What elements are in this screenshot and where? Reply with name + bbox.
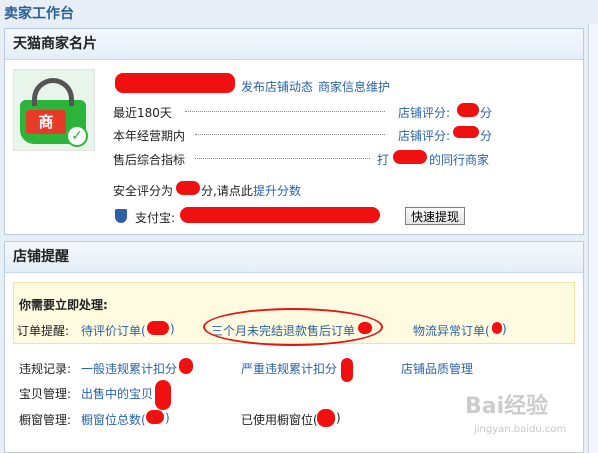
pending-review-orders-close: ) bbox=[170, 322, 175, 336]
used-window-slots-label: 已使用橱窗位( bbox=[241, 413, 318, 427]
general-violation-points-link[interactable]: 一般违规累计扣分 bbox=[81, 360, 177, 377]
shield-icon bbox=[115, 209, 127, 223]
pending-review-orders-link[interactable]: 待评价订单( bbox=[81, 322, 146, 339]
row-label-180-days: 最近180天 bbox=[113, 106, 172, 120]
store-reminder-title: 店铺提醒 bbox=[5, 242, 583, 273]
row-label-this-year: 本年经营期内 bbox=[113, 129, 186, 143]
store-rating-link-year[interactable]: 店铺评分: bbox=[398, 127, 450, 144]
redacted-alipay-account bbox=[180, 207, 380, 223]
redacted-shop-name bbox=[115, 73, 235, 93]
redacted-items-on-sale-count bbox=[155, 380, 171, 410]
used-window-slots-close: ) bbox=[336, 411, 341, 425]
redacted-security-score bbox=[176, 181, 200, 195]
logo-label: 商 bbox=[26, 110, 66, 134]
item-management-label: 宝贝管理: bbox=[19, 387, 72, 401]
after-sales-peer-link-prefix[interactable]: 打 bbox=[377, 151, 389, 168]
redacted-general-points bbox=[179, 358, 193, 374]
items-on-sale-link[interactable]: 出售中的宝贝 bbox=[81, 385, 153, 402]
redacted-logistics-count bbox=[492, 322, 502, 334]
after-sales-peer-link[interactable]: 的同行商家 bbox=[429, 151, 489, 168]
merchant-card-panel: 天猫商家名片 商 ✓ 发布店铺动态 商家信息维护 最近180天 店铺评分: 分 … bbox=[4, 28, 584, 235]
improve-score-link[interactable]: 提升分数 bbox=[253, 182, 301, 199]
redacted-pending-review-count bbox=[147, 321, 169, 335]
post-store-update-link[interactable]: 发布店铺动态 bbox=[241, 78, 313, 95]
order-reminder-label: 订单提醒: bbox=[17, 324, 70, 338]
store-reminder-panel: 店铺提醒 你需要立即处理: 订单提醒: 待评价订单( ) 三个月未完结退款售后订… bbox=[4, 241, 584, 453]
basket-handle-icon bbox=[32, 78, 74, 106]
urgent-actions-heading: 你需要立即处理: bbox=[19, 298, 108, 312]
shop-logo-image: 商 ✓ bbox=[13, 69, 95, 151]
redacted-window-used bbox=[317, 409, 335, 427]
security-score-suffix: 分,请点此 bbox=[201, 184, 253, 198]
highlight-circle bbox=[203, 308, 383, 346]
quick-withdraw-button[interactable]: 快速提现 bbox=[405, 207, 466, 225]
store-rating-link-180[interactable]: 店铺评分: bbox=[398, 104, 450, 121]
row-divider bbox=[195, 134, 385, 135]
redacted-serious-points bbox=[341, 358, 353, 382]
baidu-watermark: Bai经验 bbox=[465, 394, 549, 419]
baidu-watermark-url: jingyan.baidu.com bbox=[474, 424, 567, 435]
total-window-slots-link[interactable]: 橱窗位总数( bbox=[81, 411, 146, 428]
total-window-slots-close: ) bbox=[165, 411, 170, 425]
redacted-rating-180 bbox=[457, 103, 479, 117]
merchant-card-title: 天猫商家名片 bbox=[5, 29, 583, 60]
alipay-label: 支付宝: bbox=[135, 211, 176, 225]
merchant-info-link[interactable]: 商家信息维护 bbox=[318, 78, 390, 95]
row-divider bbox=[195, 158, 370, 159]
violation-records-label: 违规记录: bbox=[19, 362, 72, 376]
security-score-prefix: 安全评分为 bbox=[113, 184, 174, 198]
redacted-window-total bbox=[146, 410, 164, 424]
redacted-rating-year bbox=[453, 126, 479, 138]
logistics-exception-orders-close: ) bbox=[502, 322, 507, 336]
redacted-after-sales bbox=[393, 150, 427, 164]
store-quality-management-link[interactable]: 店铺品质管理 bbox=[401, 360, 473, 377]
store-rating-unit-year: 分 bbox=[480, 129, 493, 143]
page-title: 卖家工作台 bbox=[4, 6, 74, 22]
row-label-after-sales: 售后综合指标 bbox=[113, 153, 186, 167]
logistics-exception-orders-link[interactable]: 物流异常订单( bbox=[413, 322, 490, 339]
store-rating-unit-180: 分 bbox=[480, 106, 493, 120]
row-divider bbox=[185, 111, 385, 112]
serious-violation-points-link[interactable]: 严重违规累计扣分 bbox=[241, 360, 337, 377]
right-side-strip bbox=[588, 24, 598, 453]
window-management-label: 橱窗管理: bbox=[19, 413, 72, 427]
check-icon: ✓ bbox=[66, 125, 88, 147]
